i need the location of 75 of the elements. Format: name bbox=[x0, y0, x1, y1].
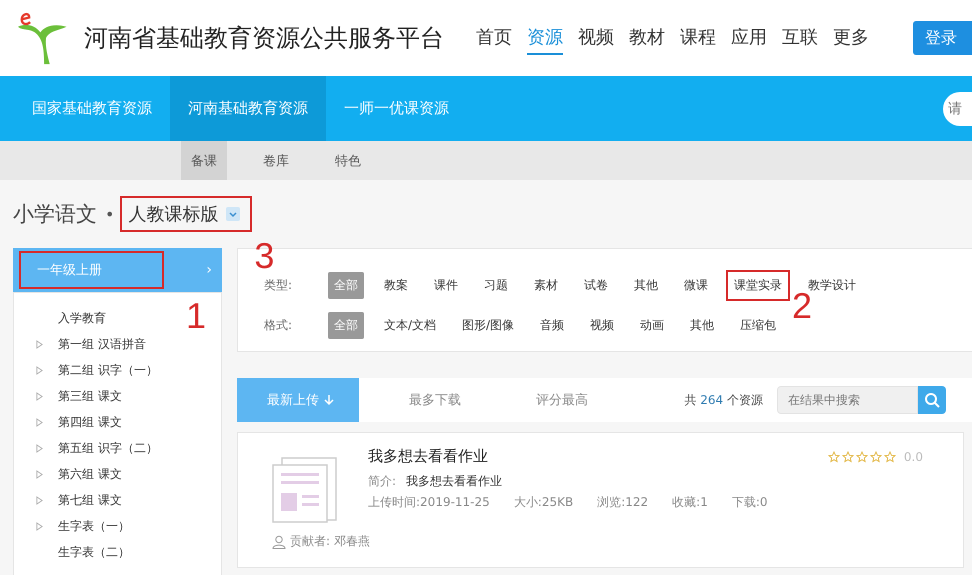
down-arrow-icon bbox=[324, 394, 334, 406]
filter-option[interactable]: 音频 bbox=[534, 312, 570, 338]
filter-option[interactable]: 素材 bbox=[528, 272, 564, 298]
expand-triangle-icon[interactable] bbox=[36, 340, 43, 348]
chapter-link[interactable]: 第五组 识字（二） bbox=[58, 440, 158, 456]
meta-info: 下载:0 bbox=[732, 494, 768, 511]
expand-triangle-icon[interactable] bbox=[36, 522, 43, 530]
filter-option[interactable]: 习题 bbox=[478, 272, 514, 298]
meta-info: 收藏:1 bbox=[672, 494, 708, 511]
document-icon bbox=[272, 457, 338, 523]
rating-score: 0.0 bbox=[904, 450, 923, 464]
filter-option[interactable]: 课件 bbox=[428, 272, 464, 298]
expand-triangle-icon[interactable] bbox=[36, 418, 43, 426]
sub-tab[interactable]: 备课 bbox=[181, 141, 227, 180]
search-field[interactable]: 请 bbox=[943, 92, 972, 126]
dropdown-icon[interactable] bbox=[226, 207, 240, 221]
chapter-link[interactable]: 第三组 课文 bbox=[58, 388, 122, 404]
nav-link[interactable]: 教材 bbox=[629, 21, 665, 55]
chapter-link[interactable]: 第一组 汉语拼音 bbox=[58, 336, 146, 352]
meta-info: 浏览:122 bbox=[597, 494, 648, 511]
filter-option[interactable]: 压缩包 bbox=[734, 312, 782, 338]
nav-link[interactable]: 首页 bbox=[476, 21, 512, 55]
contributor-text: 贡献者: 邓春燕 bbox=[290, 533, 370, 550]
chapter-link[interactable]: 生字表（二） bbox=[58, 544, 130, 560]
filter-option[interactable]: 文本/文档 bbox=[378, 312, 442, 338]
user-icon bbox=[272, 534, 286, 548]
sub-tab[interactable]: 特色 bbox=[325, 141, 371, 180]
expand-triangle-icon[interactable] bbox=[36, 366, 43, 374]
nav-link[interactable]: 应用 bbox=[731, 21, 767, 55]
expand-triangle-icon[interactable] bbox=[36, 496, 43, 504]
expand-triangle-icon[interactable] bbox=[36, 470, 43, 478]
nav-link[interactable]: 视频 bbox=[578, 21, 614, 55]
filter-option[interactable]: 其他 bbox=[628, 272, 664, 298]
site-title: 河南省基础教育资源公共服务平台 bbox=[84, 23, 444, 54]
subject-title: 小学语文 bbox=[13, 201, 97, 228]
result-search-field[interactable]: 在结果中搜索 bbox=[777, 386, 918, 414]
filter-option[interactable]: 试卷 bbox=[578, 272, 614, 298]
filter-option[interactable]: 课堂实录 bbox=[728, 272, 788, 298]
filter-option[interactable]: 微课 bbox=[678, 272, 714, 298]
search-icon bbox=[924, 392, 940, 408]
annotation-number: 3 bbox=[254, 238, 274, 274]
summary-label: 简介: bbox=[368, 473, 396, 490]
filter-label: 格式: bbox=[264, 316, 294, 334]
summary-text: 我多想去看看作业 bbox=[406, 473, 502, 490]
meta-info: 大小:25KB bbox=[514, 494, 574, 511]
meta-info: 上传时间:2019-11-25 bbox=[368, 494, 490, 511]
expand-triangle-icon[interactable] bbox=[36, 392, 43, 400]
filter-option[interactable]: 图形/图像 bbox=[456, 312, 520, 338]
grade-label: 一年级上册 bbox=[21, 253, 162, 287]
sort-tab[interactable]: 最多下载 bbox=[379, 378, 486, 422]
chevron-icon: › bbox=[206, 262, 212, 278]
expand-triangle-icon[interactable] bbox=[36, 444, 43, 452]
nav-link[interactable]: 课程 bbox=[680, 21, 716, 55]
filter-option[interactable]: 视频 bbox=[584, 312, 620, 338]
result-count: 共 264 个资源 bbox=[684, 392, 763, 408]
nav-link[interactable]: 资源 bbox=[527, 21, 563, 55]
annotation-number: 1 bbox=[186, 298, 206, 334]
filter-option[interactable]: 动画 bbox=[634, 312, 670, 338]
filter-label: 类型: bbox=[264, 276, 294, 294]
search-button[interactable] bbox=[918, 386, 946, 414]
chapter-link[interactable]: 入学教育 bbox=[58, 310, 106, 326]
chapter-link[interactable]: 第六组 课文 bbox=[58, 466, 122, 482]
chapter-link[interactable]: 生字表（一） bbox=[58, 518, 130, 534]
nav-link[interactable]: 更多 bbox=[833, 21, 869, 55]
sort-tab[interactable]: 评分最高 bbox=[506, 378, 613, 422]
nav-link[interactable]: 互联 bbox=[782, 21, 818, 55]
resource-title[interactable]: 我多想去看看作业 bbox=[368, 447, 828, 466]
filter-option[interactable]: 其他 bbox=[684, 312, 720, 338]
edition-selector[interactable]: 人教课标版 bbox=[128, 202, 218, 226]
chapter-link[interactable]: 第七组 课文 bbox=[58, 492, 122, 508]
sub-tab[interactable]: 卷库 bbox=[253, 141, 299, 180]
separator-dot: • bbox=[105, 204, 114, 224]
filter-option[interactable]: 教案 bbox=[378, 272, 414, 298]
chapter-link[interactable]: 第二组 识字（一） bbox=[58, 362, 158, 378]
chapter-link[interactable]: 第四组 课文 bbox=[58, 414, 122, 430]
